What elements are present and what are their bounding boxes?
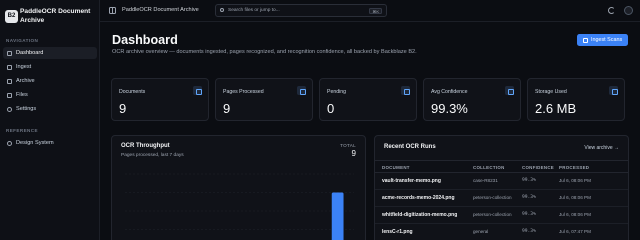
brand-name: PaddleOCR Document Archive	[20, 8, 91, 24]
stat-value: 0	[327, 101, 335, 116]
document-icon	[193, 86, 202, 95]
cell-processed: Jul 6, 07:47 PM	[559, 229, 591, 234]
archive-icon	[7, 78, 12, 84]
avatar[interactable]	[624, 6, 633, 15]
cell-confidence: 99.3%	[522, 212, 536, 217]
stat-label: Pages Processed	[223, 89, 264, 95]
page-subtitle: OCR archive overview — documents ingeste…	[112, 49, 417, 55]
topbar-title: PaddleOCR Document Archive	[122, 7, 199, 13]
stat-value: 9	[119, 101, 127, 116]
stat-card-documents: Documents 9	[111, 78, 209, 121]
panel-title: OCR Throughput	[121, 143, 170, 149]
sidebar-item-label: Files	[16, 92, 28, 98]
column-header-collection[interactable]: COLLECTION	[473, 165, 505, 170]
sidebar-item-label: Dashboard	[16, 50, 44, 56]
sidebar-item-archive[interactable]: Archive	[3, 75, 97, 87]
stat-card-pages-processed: Pages Processed 9	[215, 78, 313, 121]
nav-heading-reference: REFERENCE	[6, 128, 38, 133]
stat-card-avg-confidence: Avg Confidence 99.3%	[423, 78, 521, 121]
cell-confidence: 99.3%	[522, 229, 536, 234]
table-row[interactable]: lensC-r1.png general 99.3% Jul 6, 07:47 …	[375, 224, 628, 240]
stat-label: Documents	[119, 89, 146, 95]
stat-card-storage-used: Storage Used 2.6 MB	[527, 78, 625, 121]
sidebar-item-ingest[interactable]: Ingest	[3, 61, 97, 73]
cell-document: lensC-r1.png	[382, 229, 413, 235]
cell-document: whitfield-digitization-memo.png	[382, 212, 458, 218]
panel-title: Recent OCR Runs	[384, 144, 436, 150]
panel-subtitle: Pages processed, last 7 days	[121, 153, 184, 158]
table-row[interactable]: acme-records-memo-2024.png peterson-coll…	[375, 190, 628, 207]
palette-icon	[7, 140, 12, 146]
topbar: PaddleOCR Document Archive Search files …	[100, 0, 640, 22]
recent-ocr-runs-panel: Recent OCR Runs View archive → DOCUMENT …	[374, 135, 629, 240]
cell-document: acme-records-memo-2024.png	[382, 195, 455, 201]
brand-logo: B2	[5, 10, 18, 23]
search-icon	[220, 8, 224, 12]
chart-bar[interactable]	[331, 192, 344, 240]
sidebar: B2 PaddleOCR Document Archive NAVIGATION…	[0, 0, 100, 240]
brand[interactable]: B2 PaddleOCR Document Archive	[5, 7, 99, 29]
stat-label: Storage Used	[535, 89, 567, 95]
cell-collection: peterson-collection	[473, 212, 512, 217]
table-row[interactable]: whitfield-digitization-memo.png peterson…	[375, 207, 628, 224]
moon-icon[interactable]	[608, 7, 615, 14]
sidebar-item-settings[interactable]: Settings	[3, 103, 97, 115]
sidebar-toggle-icon[interactable]	[109, 7, 116, 14]
search-placeholder: Search files or jump to...	[228, 8, 280, 13]
ingest-scans-label: Ingest Scans	[591, 37, 623, 43]
hourglass-icon	[401, 86, 410, 95]
cell-processed: Jul 6, 08:06 PM	[559, 212, 591, 217]
cell-document: vault-transfer-memo.png	[382, 178, 441, 184]
clock-icon	[297, 86, 306, 95]
table-row[interactable]: vault-transfer-memo.png case-R8231 99.3%…	[375, 173, 628, 190]
cell-collection: general	[473, 229, 489, 234]
ocr-throughput-panel: OCR Throughput Pages processed, last 7 d…	[111, 135, 366, 240]
dashboard-icon	[7, 50, 12, 56]
cell-collection: case-R8231	[473, 178, 498, 183]
sidebar-item-label: Ingest	[16, 64, 32, 70]
column-header-processed[interactable]: PROCESSED	[559, 165, 589, 170]
stat-label: Avg Confidence	[431, 89, 468, 95]
gear-icon	[7, 106, 12, 112]
sidebar-item-label: Settings	[16, 106, 37, 112]
table-header: DOCUMENT COLLECTION CONFIDENCE PROCESSED	[375, 160, 628, 173]
throughput-chart	[125, 173, 354, 240]
upload-icon	[7, 64, 12, 70]
cell-processed: Jul 6, 08:06 PM	[559, 195, 591, 200]
total-label: TOTAL	[340, 143, 356, 148]
nav-heading-navigation: NAVIGATION	[6, 38, 39, 43]
upload-icon	[583, 37, 588, 43]
sidebar-item-label: Archive	[16, 78, 35, 84]
column-header-document[interactable]: DOCUMENT	[382, 165, 410, 170]
total-value: 9	[351, 149, 356, 158]
stat-label: Pending	[327, 89, 347, 95]
search-input[interactable]: Search files or jump to... ⌘K	[215, 4, 387, 17]
stat-value: 99.3%	[431, 101, 468, 116]
storage-icon	[609, 86, 618, 95]
cell-processed: Jul 6, 08:06 PM	[559, 178, 591, 183]
cell-collection: peterson-collection	[473, 195, 512, 200]
sidebar-item-dashboard[interactable]: Dashboard	[3, 47, 97, 59]
sidebar-item-design-system[interactable]: Design System	[3, 137, 97, 149]
shortcut-badge: ⌘K	[369, 7, 382, 14]
view-archive-link[interactable]: View archive →	[584, 145, 619, 151]
stat-value: 9	[223, 101, 231, 116]
cell-confidence: 99.3%	[522, 178, 536, 183]
file-icon	[7, 92, 12, 98]
sidebar-item-files[interactable]: Files	[3, 89, 97, 101]
gauge-icon	[505, 86, 514, 95]
page-title: Dashboard	[112, 33, 178, 47]
column-header-confidence[interactable]: CONFIDENCE	[522, 165, 554, 170]
cell-confidence: 99.3%	[522, 195, 536, 200]
sidebar-item-label: Design System	[16, 140, 54, 146]
stat-card-pending: Pending 0	[319, 78, 417, 121]
ingest-scans-button[interactable]: Ingest Scans	[577, 34, 628, 46]
stat-value: 2.6 MB	[535, 101, 577, 116]
